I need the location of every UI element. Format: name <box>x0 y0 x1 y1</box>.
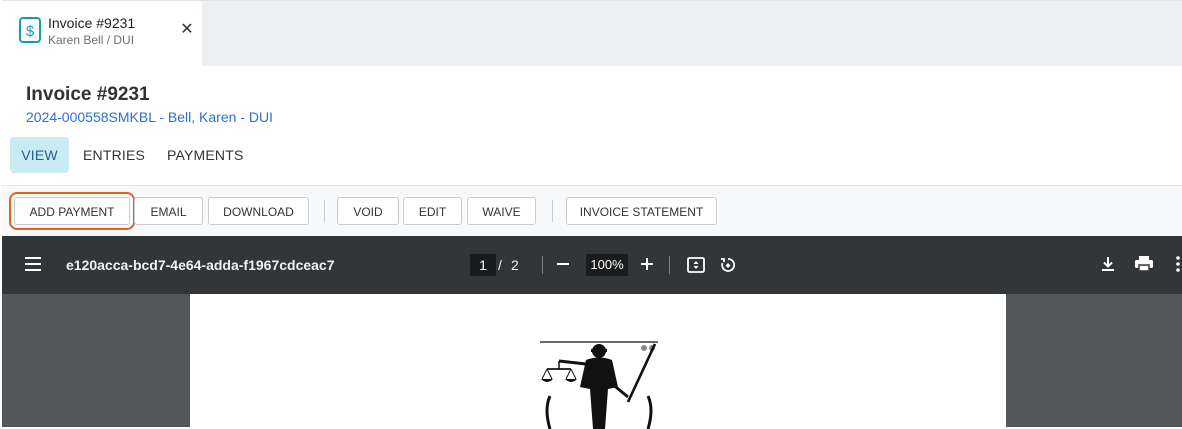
zoom-level[interactable]: 100% <box>586 254 628 276</box>
waive-button[interactable]: WAIVE <box>467 197 536 225</box>
close-icon[interactable]: ✕ <box>180 22 194 38</box>
pdf-viewer[interactable] <box>2 294 1182 429</box>
toolbar-divider <box>552 200 553 222</box>
download-button[interactable]: DOWNLOAD <box>208 197 309 225</box>
more-icon[interactable] <box>1174 255 1182 273</box>
page-total: 2 <box>511 257 519 273</box>
svg-text:$: $ <box>26 23 35 40</box>
print-icon[interactable] <box>1134 255 1154 273</box>
fit-page-icon[interactable] <box>686 255 706 275</box>
tab-view[interactable]: VIEW <box>10 137 69 173</box>
pdf-page <box>190 294 1006 429</box>
menu-icon[interactable] <box>24 255 44 273</box>
pdf-toolbar-divider <box>669 256 670 274</box>
toolbar-divider <box>324 200 325 222</box>
pdf-toolbar: e120acca-bcd7-4e64-adda-f1967cdceac7 1 /… <box>2 236 1182 294</box>
page-title: Invoice #9231 <box>26 84 150 105</box>
tab-payments[interactable]: PAYMENTS <box>167 137 244 173</box>
case-link[interactable]: 2024-000558SMKBL - Bell, Karen - DUI <box>26 109 273 125</box>
page-number-input[interactable]: 1 <box>470 254 496 276</box>
rotate-icon[interactable] <box>718 255 738 275</box>
add-payment-button[interactable]: ADD PAYMENT <box>9 192 135 230</box>
edit-button[interactable]: EDIT <box>403 197 462 225</box>
zoom-in-icon[interactable] <box>639 256 655 272</box>
tab-subtitle: Karen Bell / DUI <box>48 33 135 47</box>
zoom-out-icon[interactable] <box>555 256 571 272</box>
pdf-toolbar-divider <box>542 256 543 274</box>
void-button[interactable]: VOID <box>337 197 399 225</box>
tab-title: Invoice #9231 <box>48 15 136 31</box>
invoice-statement-button[interactable]: INVOICE STATEMENT <box>566 197 717 225</box>
tab-strip: $ Invoice #9231 Karen Bell / DUI ✕ <box>2 0 1182 66</box>
dollar-document-icon: $ <box>19 17 41 43</box>
download-icon[interactable] <box>1099 255 1117 273</box>
email-button[interactable]: EMAIL <box>134 197 203 225</box>
page-separator: / <box>498 257 502 273</box>
action-toolbar: ADD PAYMENT EMAIL DOWNLOAD VOID EDIT WAI… <box>2 185 1182 237</box>
invoice-tab[interactable]: $ Invoice #9231 Karen Bell / DUI ✕ <box>2 1 202 66</box>
justice-logo <box>540 341 658 429</box>
pdf-file-name: e120acca-bcd7-4e64-adda-f1967cdceac7 <box>66 257 335 273</box>
tab-entries[interactable]: ENTRIES <box>83 137 145 173</box>
